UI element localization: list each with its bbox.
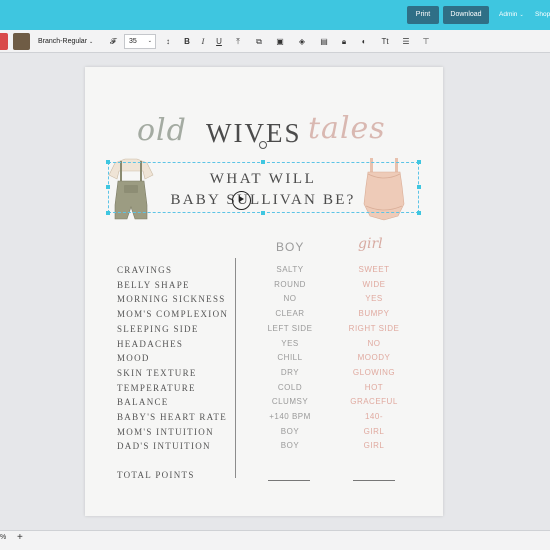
row-label[interactable]: HEADACHES (117, 339, 183, 349)
row-label[interactable]: CRAVINGS (117, 265, 172, 275)
zoom-level[interactable]: % (0, 534, 6, 541)
resize-handle-bottom-right[interactable] (417, 211, 421, 215)
admin-menu[interactable]: Admin ⌄ (499, 6, 524, 24)
lock-icon[interactable]: 🔒︎ (337, 34, 351, 49)
row-label[interactable]: DAD'S INTUITION (117, 441, 211, 451)
row-boy-value[interactable]: CHILL (260, 353, 320, 362)
row-label[interactable]: SKIN TEXTURE (117, 368, 197, 378)
row-boy-value[interactable]: CLEAR (260, 309, 320, 318)
bold-icon[interactable]: B (180, 34, 194, 49)
bottom-bar: % + (0, 530, 550, 550)
row-boy-value[interactable]: ROUND (260, 280, 320, 289)
resize-handle-top[interactable] (261, 160, 265, 164)
resize-handle-top-right[interactable] (417, 160, 421, 164)
color-swatch-accent[interactable] (0, 33, 8, 50)
text-transform-icon[interactable]: Tt (378, 34, 392, 49)
row-boy-value[interactable]: CLUMSY (260, 397, 320, 406)
line-height-icon[interactable]: ↕ (161, 34, 175, 49)
row-girl-value[interactable]: HOT (344, 383, 404, 392)
font-family-select[interactable]: Branch-Regular ⌄ (35, 34, 101, 49)
resize-handle-right[interactable] (417, 185, 421, 189)
shop-link[interactable]: Shop (535, 6, 550, 24)
font-style-icon[interactable]: 𝓕 (106, 34, 120, 49)
row-boy-value[interactable]: LEFT SIDE (260, 324, 320, 333)
download-button[interactable]: Download (443, 6, 489, 24)
top-bar: Print Download Admin ⌄ Shop (0, 0, 550, 30)
row-boy-value[interactable]: NO (260, 294, 320, 303)
zoom-in-button[interactable]: + (17, 532, 23, 543)
text-align-icon[interactable]: ⊤ (419, 34, 433, 49)
row-girl-value[interactable]: GLOWING (344, 368, 404, 377)
row-girl-value[interactable]: YES (344, 294, 404, 303)
row-girl-value[interactable]: GRACEFUL (344, 397, 404, 406)
heading-line-1[interactable]: WHAT WILL (163, 171, 363, 188)
row-label[interactable]: TEMPERATURE (117, 383, 196, 393)
align-top-icon[interactable]: ⤒ (231, 34, 245, 49)
row-girl-value[interactable]: RIGHT SIDE (344, 324, 404, 333)
row-label[interactable]: MORNING SICKNESS (117, 294, 226, 304)
column-header-girl[interactable]: girl (358, 236, 383, 252)
chevron-down-icon: ⌄ (519, 12, 524, 18)
admin-label: Admin (499, 11, 518, 18)
column-header-boy[interactable]: BOY (276, 240, 304, 254)
italic-icon[interactable]: I (196, 34, 210, 49)
title-old[interactable]: old (137, 113, 187, 148)
row-girl-value[interactable]: GIRL (344, 441, 404, 450)
title-tales[interactable]: tales (308, 111, 386, 146)
row-boy-value[interactable]: BOY (260, 441, 320, 450)
row-label[interactable]: MOOD (117, 353, 150, 363)
total-line-girl (353, 480, 395, 481)
row-boy-value[interactable]: YES (260, 339, 320, 348)
row-girl-value[interactable]: SWEET (344, 265, 404, 274)
save-icon[interactable]: ▣ (273, 34, 287, 49)
row-girl-value[interactable]: WIDE (344, 280, 404, 289)
text-color-swatch[interactable] (13, 33, 30, 50)
row-label[interactable]: BELLY SHAPE (117, 280, 190, 290)
row-girl-value[interactable]: NO (344, 339, 404, 348)
total-points-label[interactable]: TOTAL POINTS (117, 470, 195, 480)
rotate-handle-icon[interactable] (259, 141, 267, 149)
row-girl-value[interactable]: GIRL (344, 427, 404, 436)
column-divider (235, 258, 236, 478)
row-girl-value[interactable]: MOODY (344, 353, 404, 362)
underline-icon[interactable]: U (212, 34, 226, 49)
row-boy-value[interactable]: BOY (260, 427, 320, 436)
total-line-boy (268, 480, 310, 481)
chevron-down-icon: ⌄ (147, 38, 152, 44)
row-label[interactable]: BALANCE (117, 397, 169, 407)
row-label[interactable]: MOM'S COMPLEXION (117, 309, 228, 319)
copy-icon[interactable]: ▤ (317, 34, 331, 49)
row-girl-value[interactable]: BUMPY (344, 309, 404, 318)
resize-handle-top-left[interactable] (106, 160, 110, 164)
resize-handle-bottom[interactable] (261, 211, 265, 215)
row-boy-value[interactable]: +140 BPM (260, 412, 320, 421)
resize-handle-left[interactable] (106, 185, 110, 189)
chevron-down-icon: ⌄ (89, 39, 94, 45)
row-label[interactable]: BABY'S HEART RATE (117, 412, 227, 422)
row-label[interactable]: SLEEPING SIDE (117, 324, 199, 334)
font-size-input[interactable]: 35 ⌄ (124, 34, 156, 49)
text-toolbar: Branch-Regular ⌄ 𝓕 35 ⌄ ↕ B I U ⤒ ⧉ ▣ ◈ ▤ … (0, 30, 550, 53)
font-family-value: Branch-Regular (38, 38, 88, 45)
row-label[interactable]: MOM'S INTUITION (117, 427, 214, 437)
row-girl-value[interactable]: 140- (344, 412, 404, 421)
print-button[interactable]: Print (407, 6, 439, 24)
crop-icon[interactable]: ⧉ (252, 34, 266, 49)
font-size-value: 35 (129, 38, 137, 45)
opacity-icon[interactable]: ◐ (357, 34, 371, 49)
resize-handle-bottom-left[interactable] (106, 211, 110, 215)
row-boy-value[interactable]: COLD (260, 383, 320, 392)
list-icon[interactable]: ☰ (399, 34, 413, 49)
row-boy-value[interactable]: SALTY (260, 265, 320, 274)
row-boy-value[interactable]: DRY (260, 368, 320, 377)
title-wives[interactable]: WIVES (206, 118, 301, 149)
cursor-icon (232, 191, 251, 210)
layers-icon[interactable]: ◈ (295, 34, 309, 49)
heading-line-2[interactable]: BABY SULLIVAN BE? (163, 192, 363, 209)
